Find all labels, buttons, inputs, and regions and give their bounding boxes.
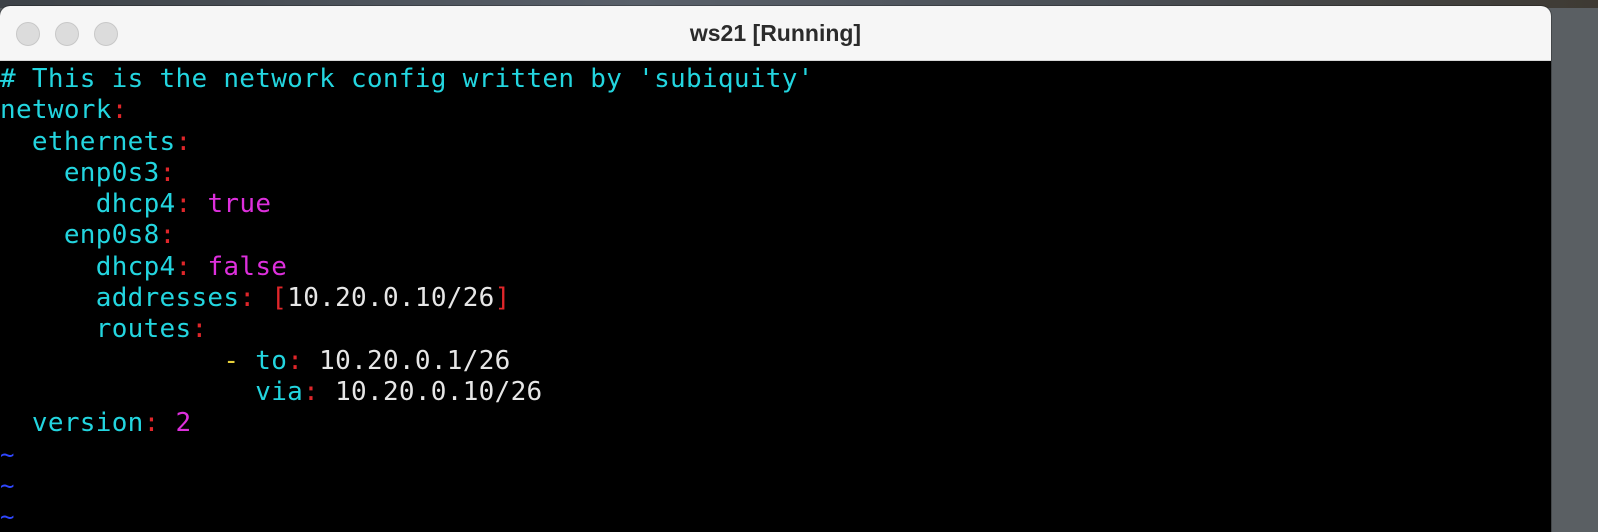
yaml-key: enp0s8 xyxy=(63,220,160,251)
editor-empty-line: ~ xyxy=(0,471,1551,502)
yaml-colon: : xyxy=(303,376,320,407)
empty-line-tilde: ~ xyxy=(0,471,15,500)
editor-line: version: 2 xyxy=(0,408,1551,439)
editor-line: addresses: [10.20.0.10/26] xyxy=(0,283,1551,314)
yaml-bracket: ] xyxy=(494,283,511,314)
editor-line: routes: xyxy=(0,314,1551,345)
editor-line: via: 10.20.0.10/26 xyxy=(0,377,1551,408)
editor-line: ethernets: xyxy=(0,127,1551,158)
yaml-colon: : xyxy=(175,126,192,157)
editor-line: - to: 10.20.0.1/26 xyxy=(0,346,1551,377)
editor-line: enp0s8: xyxy=(0,220,1551,251)
yaml-key: routes xyxy=(95,314,192,345)
yaml-colon: : xyxy=(287,345,304,376)
yaml-key: version xyxy=(31,408,144,439)
yaml-colon: : xyxy=(175,189,192,220)
terminal-console[interactable]: # This is the network config written by … xyxy=(0,62,1551,532)
comment-text: # This is the network config written by … xyxy=(0,64,814,94)
editor-line: enp0s3: xyxy=(0,158,1551,189)
yaml-route-to-value: 10.20.0.1/26 xyxy=(319,345,511,376)
yaml-colon: : xyxy=(239,283,256,314)
yaml-key: ethernets xyxy=(31,126,176,157)
window-titlebar[interactable]: ws21 [Running] xyxy=(0,6,1551,61)
yaml-key: dhcp4 xyxy=(95,251,176,282)
yaml-colon: : xyxy=(175,251,192,282)
yaml-number-value: 2 xyxy=(175,408,192,439)
yaml-colon: : xyxy=(159,157,176,188)
yaml-key: dhcp4 xyxy=(95,189,176,220)
yaml-boolean-value: true xyxy=(207,189,272,220)
editor-line: dhcp4: false xyxy=(0,252,1551,283)
editor-line: dhcp4: true xyxy=(0,189,1551,220)
yaml-route-via-value: 10.20.0.10/26 xyxy=(335,376,543,407)
yaml-colon: : xyxy=(159,220,176,251)
yaml-key: enp0s3 xyxy=(63,157,160,188)
yaml-key: addresses xyxy=(95,283,240,314)
window-title: ws21 [Running] xyxy=(689,20,862,46)
yaml-bracket: [ xyxy=(271,283,288,314)
yaml-list-dash: - xyxy=(223,345,240,376)
empty-line-tilde: ~ xyxy=(0,440,15,469)
vm-window: ws21 [Running] # This is the network con… xyxy=(0,6,1551,532)
yaml-colon: : xyxy=(143,408,160,439)
empty-line-tilde: ~ xyxy=(0,503,15,532)
yaml-key: to xyxy=(255,345,288,376)
yaml-colon: : xyxy=(111,95,128,126)
yaml-key: network xyxy=(0,95,112,126)
yaml-key: via xyxy=(255,376,304,407)
editor-empty-line: ~ xyxy=(0,502,1551,532)
yaml-boolean-value: false xyxy=(207,251,288,282)
yaml-colon: : xyxy=(191,314,208,345)
yaml-address-value: 10.20.0.10/26 xyxy=(287,283,495,314)
editor-empty-line: ~ xyxy=(0,440,1551,471)
editor-line: # This is the network config written by … xyxy=(0,64,1551,95)
editor-line: network: xyxy=(0,95,1551,126)
